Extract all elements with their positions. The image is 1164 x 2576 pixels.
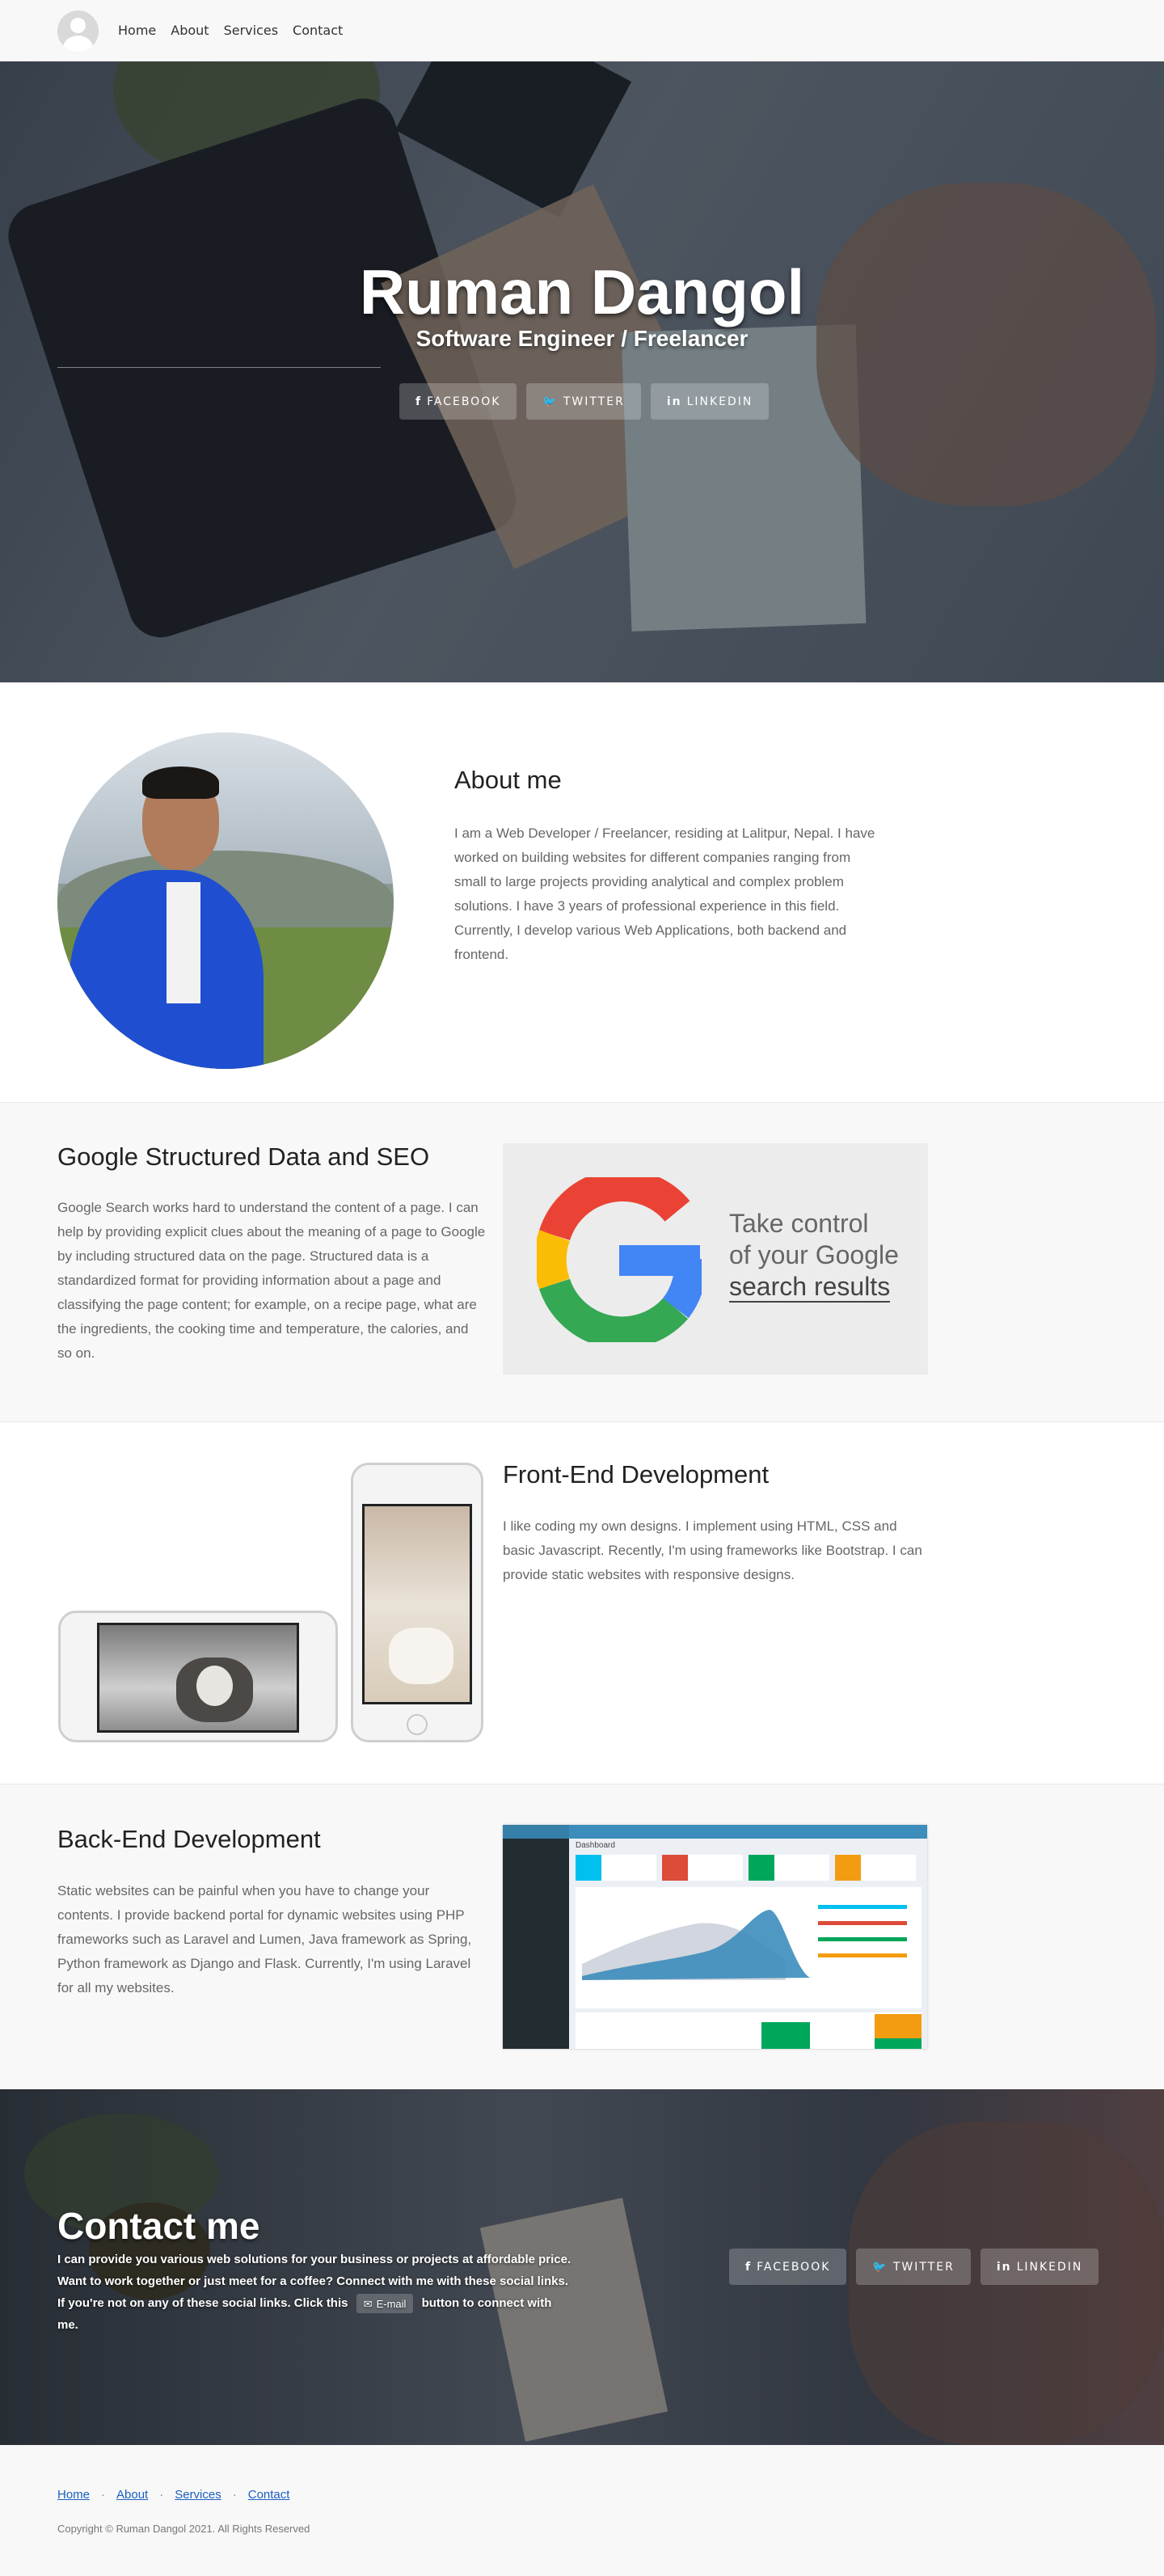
hero-linkedin-label: LINKEDIN (686, 395, 753, 408)
google-search-image: Take control of your Google search resul… (503, 1143, 928, 1375)
hero-social-links: f FACEBOOK 🐦 TWITTER in LINKEDIN (399, 383, 770, 420)
dashboard-area-chart (582, 1905, 907, 1980)
phone-portrait-image (351, 1463, 483, 1742)
google-caption-line1: Take control (729, 1209, 869, 1238)
frontend-text: I like coding my own designs. I implemen… (503, 1518, 922, 1582)
phone-landscape-image (58, 1611, 338, 1742)
nav-contact[interactable]: Contact (293, 23, 343, 38)
nav-about[interactable]: About (171, 23, 209, 38)
backend-section: Back-End Development Static websites can… (0, 1784, 1164, 2089)
twitter-icon: 🐦 (872, 2260, 888, 2274)
hero-twitter-label: TWITTER (563, 395, 625, 408)
about-text: I am a Web Developer / Freelancer, resid… (454, 826, 875, 962)
contact-text: I can provide you various web solutions … (57, 2249, 575, 2336)
contact-twitter-label: TWITTER (892, 2260, 955, 2274)
hero-overlay (0, 61, 1164, 682)
footer-separator: · (232, 2488, 237, 2502)
seo-section: Google Structured Data and SEO Google Se… (0, 1103, 1164, 1422)
dashboard-tile-4 (835, 1855, 916, 1881)
footer-separator: · (159, 2488, 164, 2502)
avatar-head (70, 18, 86, 33)
facebook-icon: f (745, 2260, 753, 2274)
dashboard-tile-4-icon (835, 1855, 861, 1881)
dashboard-chart (576, 1887, 922, 2008)
hero-divider (57, 367, 381, 368)
avatar[interactable] (57, 11, 99, 52)
dashboard-title: Dashboard (576, 1841, 615, 1850)
footer-home-link[interactable]: Home (57, 2488, 90, 2502)
hero-facebook-label: FACEBOOK (427, 395, 501, 408)
phone-landscape-screen (97, 1623, 299, 1733)
backend-text: Static websites can be painful when you … (57, 1883, 472, 1995)
email-button[interactable]: ✉ E-mail (356, 2294, 414, 2314)
envelope-icon: ✉ (363, 2297, 373, 2310)
contact-facebook-button[interactable]: f FACEBOOK (729, 2249, 847, 2285)
dashboard-tile-1-icon (576, 1855, 601, 1881)
google-caption-line2: of your Google (729, 1240, 899, 1269)
footer-about-link[interactable]: About (116, 2488, 148, 2502)
contact-section: Contact me I can provide you various web… (0, 2089, 1164, 2445)
dashboard-bottom-tile-orange (875, 2014, 922, 2038)
contact-linkedin-button[interactable]: in LINKEDIN (980, 2249, 1099, 2285)
hero-name: Ruman Dangol (359, 256, 805, 327)
google-image-caption: Take control of your Google search resul… (729, 1208, 899, 1303)
phone-home-button (407, 1714, 428, 1735)
nav-services[interactable]: Services (224, 23, 278, 38)
about-section: About me I am a Web Developer / Freelanc… (0, 682, 1164, 1103)
contact-facebook-label: FACEBOOK (757, 2260, 831, 2274)
facebook-icon: f (415, 395, 423, 408)
profile-photo (57, 733, 394, 1069)
photo-hair (142, 766, 219, 799)
nav-home[interactable]: Home (118, 23, 156, 38)
admin-dashboard-image: Dashboard (503, 1825, 927, 2049)
avatar-body (63, 36, 93, 52)
contact-title: Contact me (57, 2205, 260, 2247)
hero-linkedin-button[interactable]: in LINKEDIN (650, 383, 770, 420)
photo-shirt (167, 882, 200, 1003)
footer-contact-link[interactable]: Contact (248, 2488, 290, 2502)
dashboard-tile-1 (576, 1855, 656, 1881)
dashboard-bottom-panels (576, 2012, 922, 2049)
dashboard-tile-3 (749, 1855, 829, 1881)
linkedin-icon: in (996, 2260, 1012, 2274)
contact-twitter-button[interactable]: 🐦 TWITTER (856, 2249, 971, 2285)
dog-image-fur (196, 1666, 233, 1706)
hero-section: Ruman Dangol Software Engineer / Freelan… (0, 61, 1164, 682)
about-title: About me (454, 766, 562, 794)
footer-services-link[interactable]: Services (175, 2488, 221, 2502)
dashboard-tile-2 (662, 1855, 743, 1881)
dashboard-sidebar (503, 1839, 569, 2049)
footer-copyright: Copyright © Ruman Dangol 2021. All Right… (57, 2523, 310, 2535)
dashboard-tile-3-icon (749, 1855, 774, 1881)
backend-title: Back-End Development (57, 1825, 321, 1853)
navbar: Home About Services Contact (0, 0, 1164, 61)
linkedin-icon: in (666, 395, 682, 408)
google-caption-line3: search results (729, 1272, 891, 1303)
google-logo-icon (537, 1177, 702, 1342)
dashboard-bottom-tile-green (761, 2022, 810, 2049)
dashboard-tile-2-icon (662, 1855, 688, 1881)
seo-title: Google Structured Data and SEO (57, 1142, 430, 1171)
seo-text: Google Search works hard to understand t… (57, 1200, 486, 1361)
hero-facebook-button[interactable]: f FACEBOOK (399, 383, 517, 420)
hero-twitter-button[interactable]: 🐦 TWITTER (526, 383, 641, 420)
footer-links: Home · About · Services · Contact (57, 2488, 289, 2502)
email-button-label: E-mail (376, 2297, 407, 2310)
nav-links: Home About Services Contact (118, 23, 343, 38)
frontend-title: Front-End Development (503, 1460, 770, 1489)
phone-portrait-screen (362, 1504, 472, 1704)
dashboard-logo (503, 1825, 569, 1839)
twitter-icon: 🐦 (542, 395, 559, 408)
pillow-image (389, 1628, 453, 1684)
hero-subtitle: Software Engineer / Freelancer (415, 326, 749, 351)
frontend-section: Front-End Development I like coding my o… (0, 1422, 1164, 1784)
footer-separator: · (101, 2488, 106, 2502)
footer: Home · About · Services · Contact Copyri… (0, 2445, 1164, 2576)
contact-social-links: f FACEBOOK 🐦 TWITTER in LINKEDIN (729, 2249, 1099, 2285)
dashboard-bottom-tile-green2 (875, 2038, 922, 2049)
contact-linkedin-label: LINKEDIN (1016, 2260, 1083, 2274)
